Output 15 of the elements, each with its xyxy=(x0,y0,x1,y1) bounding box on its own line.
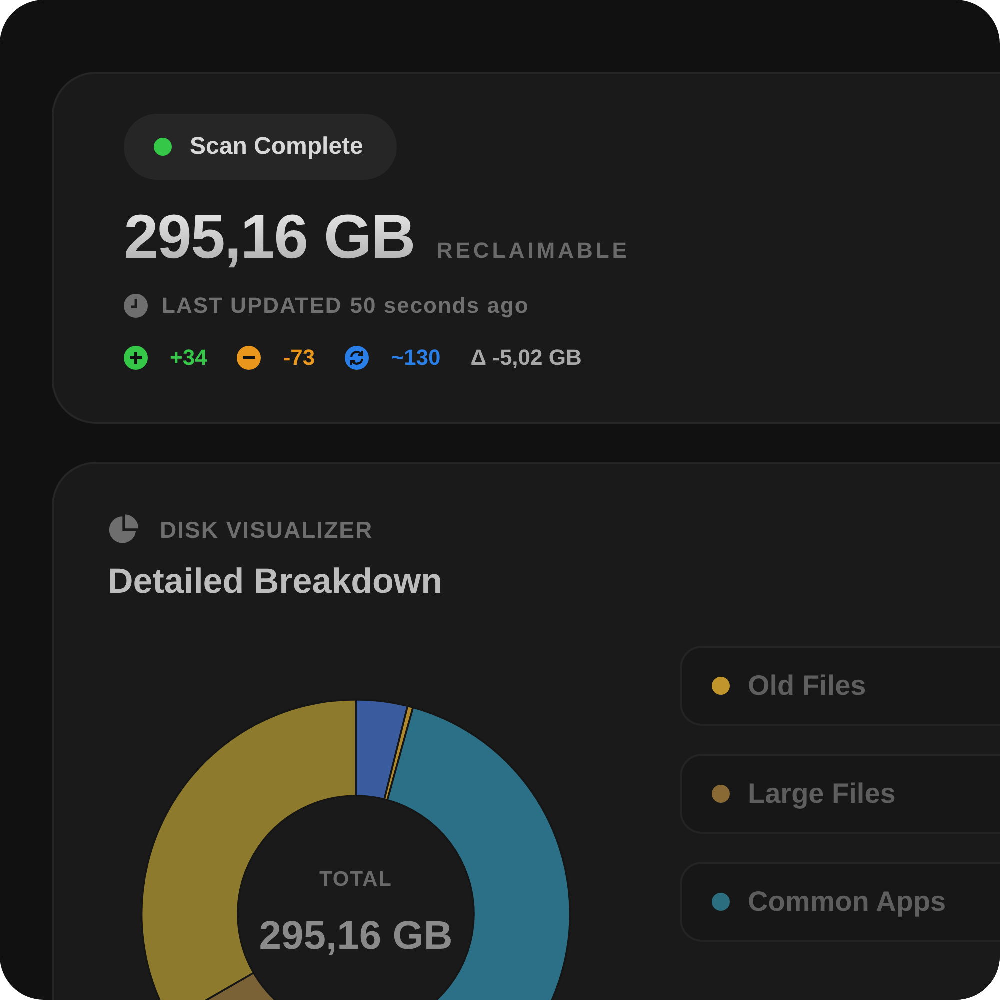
total-label: TOTAL xyxy=(319,868,393,892)
legend-item[interactable]: Old Files xyxy=(680,646,1000,726)
reclaimable-caption: RECLAIMABLE xyxy=(436,238,630,264)
change-count: +34 xyxy=(170,345,208,371)
status-label: Scan Complete xyxy=(190,133,364,161)
change-count: Δ -5,02 GB xyxy=(470,345,582,371)
change-count: -73 xyxy=(283,345,316,371)
section-title: Detailed Breakdown xyxy=(108,562,444,602)
section-eyebrow: DISK VISUALIZER xyxy=(160,516,374,544)
change-count: ~130 xyxy=(391,345,441,371)
last-updated-time: 50 seconds ago xyxy=(350,293,530,319)
total-value: 295,16 GB xyxy=(259,914,453,959)
legend-item[interactable]: Large Files xyxy=(680,754,1000,834)
legend-item[interactable]: Common Apps xyxy=(680,862,1000,942)
last-updated-label: LAST UPDATED xyxy=(162,293,342,319)
